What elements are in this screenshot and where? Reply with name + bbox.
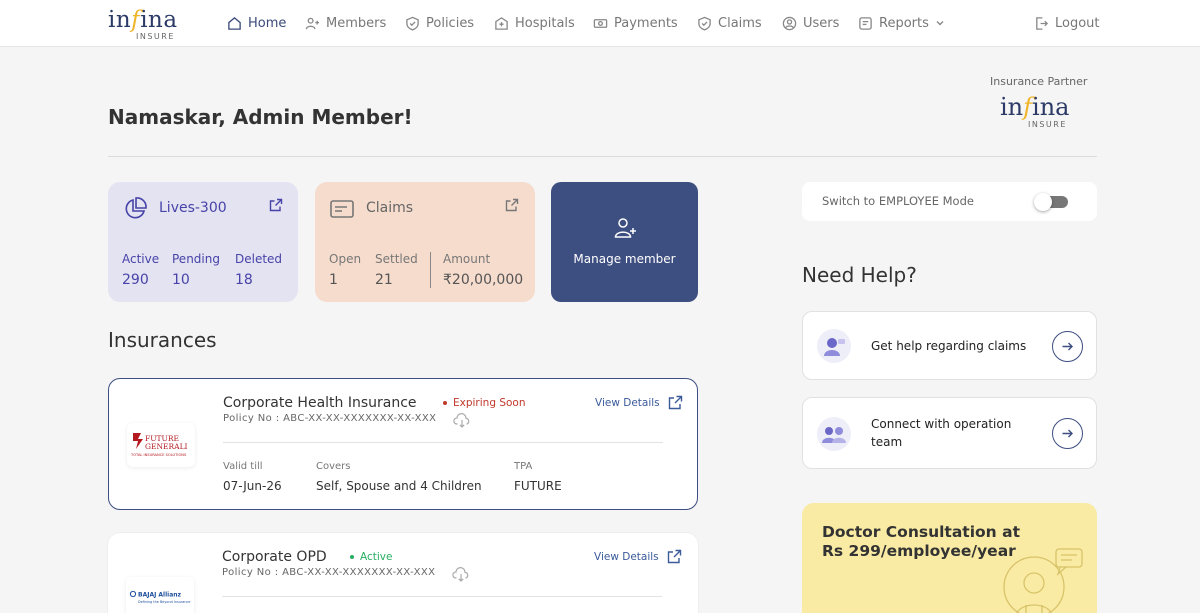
bajaj-allianz-logo: BAJAJ Allianz Defining the Beyond Insura… [126,577,194,613]
cloud-download-icon[interactable] [453,413,471,429]
logout-button[interactable]: Logout [1034,13,1100,33]
payments-icon [593,18,608,28]
doctor-consultation-promo[interactable]: Doctor Consultation at Rs 299/employee/y… [802,503,1097,613]
hospital-icon [495,16,508,30]
infina-logo[interactable]: infina INSURE [108,7,180,43]
arrow-right-icon [1062,342,1073,351]
nav-policies[interactable]: Policies [405,13,474,33]
stat-amount: Amount ₹20,00,000 [443,252,524,288]
svg-text:Defining the Beyond Insurance: Defining the Beyond Insurance [138,600,190,604]
policy-divider [223,442,663,443]
status-badge: Active [350,551,392,563]
help-operations-label: Connect with operation team [871,417,1012,449]
cloud-download-icon[interactable] [452,567,470,583]
policy-divider [222,596,662,597]
employee-mode-toggle[interactable] [1034,193,1068,211]
nav-members[interactable]: Members [305,13,386,33]
view-details-link[interactable]: View Details [594,551,659,563]
nav-home[interactable]: Home [227,13,286,33]
external-link-icon[interactable] [269,198,283,212]
arrow-right-button[interactable] [1052,418,1083,449]
chevron-down-icon [936,21,944,26]
svg-text:GENERALI: GENERALI [145,442,188,451]
nav-payments[interactable]: Payments [593,13,678,33]
nav-users[interactable]: Users [782,13,839,33]
svg-text:BAJAJ Allianz: BAJAJ Allianz [138,592,182,599]
future-generali-logo: FUTURE GENERALI TOTAL INSURANCE SOLUTION… [127,423,195,467]
header-divider [108,156,1097,157]
add-user-icon [614,218,636,238]
status-badge: Expiring Soon [443,397,526,409]
insurances-heading: Insurances [108,328,217,352]
policy-card[interactable]: BAJAJ Allianz Defining the Beyond Insura… [108,533,698,613]
valid-till: Valid till 07-Jun-26 [223,461,282,493]
nav-hospitals[interactable]: Hospitals [494,13,575,33]
top-navbar: infina INSURE Home Members Policies Hosp… [0,0,1200,47]
employee-mode-switch: Switch to EMPLOYEE Mode [802,182,1097,221]
policy-number: Policy No : ABC-XX-XX-XXXXXXX-XX-XXX [223,413,437,424]
members-icon [305,17,320,29]
greeting-heading: Namaskar, Admin Member! [108,105,413,129]
switch-label: Switch to EMPLOYEE Mode [822,194,974,208]
policy-name: Corporate OPD [222,549,327,565]
help-claims-card[interactable]: Get help regarding claims [802,311,1097,380]
external-link-icon[interactable] [668,395,683,410]
policy-name: Corporate Health Insurance [223,395,417,411]
arrow-right-button[interactable] [1052,331,1083,362]
pie-chart-icon [125,197,147,219]
logout-icon [1036,16,1049,30]
tpa: TPA FUTURE [514,461,562,493]
team-icon [817,417,851,451]
reports-icon [859,16,872,30]
home-icon [228,16,241,30]
card-icon [330,200,354,218]
stat-active: Active 290 [122,252,160,288]
doctor-illustration-icon [1003,548,1083,613]
claims-shield-icon [698,16,711,31]
external-link-icon[interactable] [667,549,682,564]
partner-logo: infina INSURE [1000,93,1070,129]
help-operations-card[interactable]: Connect with operation team [802,397,1097,469]
user-circle-icon [782,16,797,30]
manage-member-button[interactable]: Manage member [551,182,698,302]
policy-number: Policy No : ABC-XX-XX-XXXXXXX-XX-XXX [222,567,436,578]
help-claims-label: Get help regarding claims [871,339,1027,353]
view-details-link[interactable]: View Details [595,397,660,409]
stat-separator [430,252,431,288]
shield-check-icon [406,16,419,31]
stat-pending: Pending 10 [172,252,220,288]
insurance-partner-label: Insurance Partner [990,75,1088,88]
covers: Covers Self, Spouse and 4 Children [316,461,482,493]
policy-card[interactable]: FUTURE GENERALI TOTAL INSURANCE SOLUTION… [108,378,698,510]
arrow-right-icon [1062,429,1073,438]
manage-member-label: Manage member [573,252,676,266]
svg-text:TOTAL INSURANCE SOLUTIONS: TOTAL INSURANCE SOLUTIONS [130,453,187,457]
lives-title: Lives-300 [159,200,227,216]
stat-open: Open 1 [329,252,362,288]
lives-card: Lives-300 Active 290 Pending 10 Deleted 18 [108,182,298,302]
need-help-heading: Need Help? [802,263,917,287]
support-agent-icon [817,329,851,363]
claims-title: Claims [366,200,414,216]
nav-claims[interactable]: Claims [697,13,762,33]
nav-reports[interactable]: Reports [858,13,945,33]
stat-deleted: Deleted 18 [235,252,283,288]
claims-card: Claims Open 1 Settled 21 Amount ₹20,00,000 [315,182,535,302]
external-link-icon[interactable] [505,198,519,212]
stat-settled: Settled 21 [375,252,418,288]
